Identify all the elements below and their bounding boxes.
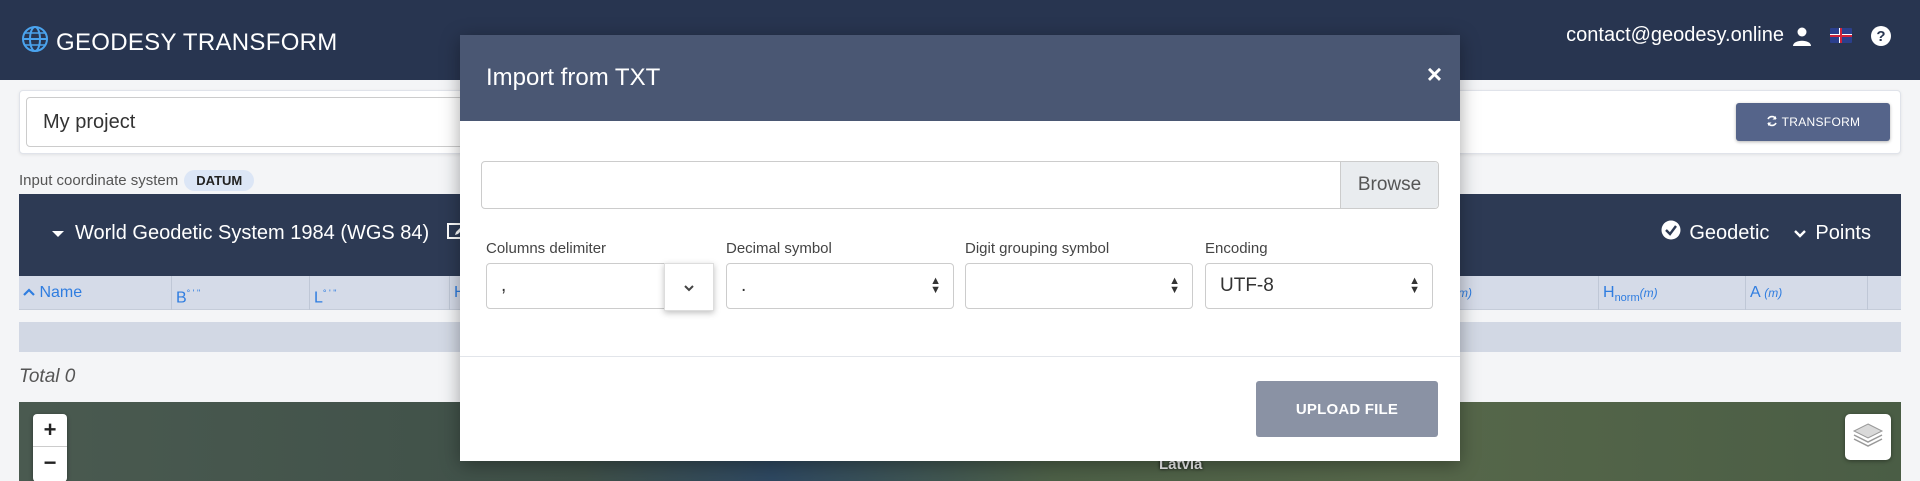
select-arrows-icon: ▲ ▼ xyxy=(930,275,941,296)
encoding-field: Encoding UTF-8 ▲ ▼ xyxy=(1205,240,1433,309)
modal-header: Import from TXT × xyxy=(460,35,1460,121)
upload-file-button[interactable]: UPLOAD FILE xyxy=(1256,381,1438,437)
chevron-down-icon xyxy=(683,265,695,309)
close-icon[interactable]: × xyxy=(1427,59,1442,90)
import-txt-modal: Import from TXT × Browse Columns delimit… xyxy=(460,35,1460,461)
select-arrows-icon: ▲ ▼ xyxy=(1169,275,1180,296)
decimal-symbol-select[interactable]: . ▲ ▼ xyxy=(726,263,954,309)
encoding-select[interactable]: UTF-8 ▲ ▼ xyxy=(1205,263,1433,309)
decimal-symbol-field: Decimal symbol . ▲ ▼ xyxy=(726,240,954,309)
digit-grouping-select[interactable]: ▲ ▼ xyxy=(965,263,1193,309)
modal-title: Import from TXT xyxy=(486,64,661,91)
file-input[interactable]: Browse xyxy=(481,161,1439,209)
select-arrows-icon: ▲ ▼ xyxy=(1409,275,1420,296)
columns-delimiter-field: Columns delimiter , xyxy=(486,240,714,311)
digit-grouping-field: Digit grouping symbol ▲ ▼ xyxy=(965,240,1193,309)
columns-delimiter-combobox[interactable]: , xyxy=(486,263,714,311)
columns-delimiter-dropdown-button[interactable] xyxy=(664,263,714,311)
browse-button[interactable]: Browse xyxy=(1340,162,1438,208)
